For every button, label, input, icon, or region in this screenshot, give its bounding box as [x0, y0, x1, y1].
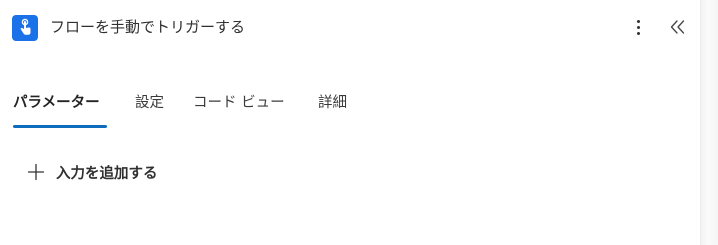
more-vertical-icon	[637, 20, 640, 23]
double-chevron-left-icon	[670, 20, 685, 34]
collapse-panel-button[interactable]	[668, 16, 688, 38]
tab-code-view[interactable]: コード ビュー	[193, 92, 291, 128]
tab-details[interactable]: 詳細	[318, 92, 352, 128]
more-vertical-icon-dot	[637, 26, 640, 29]
trigger-panel: フローを手動でトリガーする パラメーター 設定 コード ビュー 詳細 入力を追加…	[0, 0, 700, 245]
active-tab-indicator	[13, 125, 107, 128]
panel-title: フローを手動でトリガーする	[50, 18, 246, 36]
more-vertical-icon-dot	[637, 32, 640, 35]
plus-icon	[27, 163, 45, 181]
tab-label: コード ビュー	[193, 95, 285, 111]
canvas-edge	[700, 0, 718, 245]
add-input-label: 入力を追加する	[56, 165, 158, 182]
more-options-button[interactable]	[630, 17, 648, 37]
tab-label: パラメーター	[13, 95, 100, 111]
add-input-button[interactable]: 入力を追加する	[27, 160, 158, 184]
tab-label: 設定	[135, 95, 164, 111]
tab-list: パラメーター 設定 コード ビュー 詳細	[13, 92, 352, 128]
tab-settings[interactable]: 設定	[135, 92, 165, 128]
touch-hand-icon	[12, 15, 38, 41]
tab-parameters[interactable]: パラメーター	[13, 92, 107, 128]
tab-label: 詳細	[318, 95, 347, 111]
